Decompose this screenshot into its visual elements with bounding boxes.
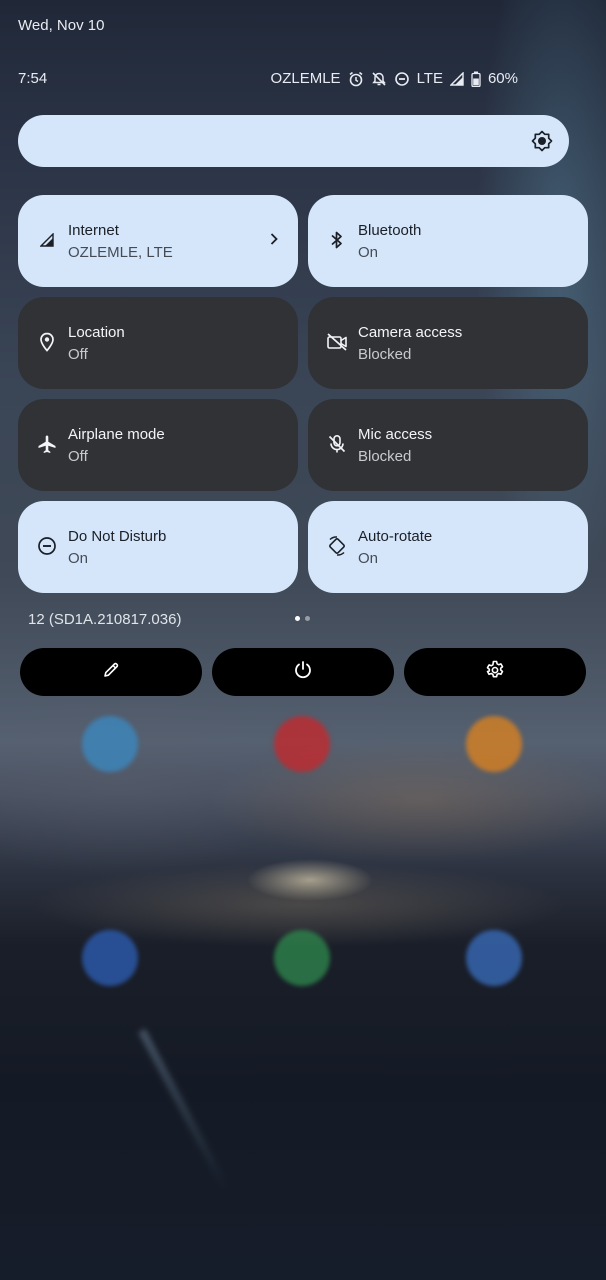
messages-app-icon [274,930,330,986]
brightness-slider[interactable] [18,115,569,167]
tile-location[interactable]: Location Off [18,297,298,389]
page-dot [305,616,310,621]
page-dot-active [295,616,300,621]
airplane-icon [36,433,58,455]
tile-state: OZLEMLE, LTE [68,244,173,261]
bluetooth-icon [326,229,348,251]
tile-label: Bluetooth [358,222,422,239]
tile-do-not-disturb[interactable]: Do Not Disturb On [18,501,298,593]
vibrate-off-icon [371,71,387,87]
tile-label: Airplane mode [68,426,165,443]
tile-label: Auto-rotate [358,528,433,545]
tile-camera-access[interactable]: Camera access Blocked [308,297,588,389]
page-indicator [295,616,310,621]
status-date: Wed, Nov 10 [18,17,105,34]
youtube-music-app-icon [274,716,330,772]
mic-off-icon [326,433,348,455]
files-app-icon [466,716,522,772]
auto-rotate-icon [326,535,348,557]
carrier-name: OZLEMLE [270,70,341,87]
phone-app-icon [82,930,138,986]
tile-internet[interactable]: Internet OZLEMLE, LTE [18,195,298,287]
location-pin-icon [36,331,58,353]
power-icon [293,660,313,685]
telegram-app-icon [82,716,138,772]
tile-state: Off [68,448,88,465]
status-icons: OZLEMLE LTE 60% [271,70,518,87]
camera-off-icon [326,331,348,353]
tile-mic-access[interactable]: Mic access Blocked [308,399,588,491]
signal-icon [36,229,58,251]
tile-state: On [358,244,379,261]
tile-label: Mic access [358,426,433,443]
edit-button[interactable] [20,648,202,696]
edit-pencil-icon [102,661,120,684]
do-not-disturb-icon [394,71,410,87]
chevron-right-icon [268,231,280,247]
chrome-app-icon [466,930,522,986]
battery-percent: 60% [487,70,518,87]
signal-icon [449,71,464,86]
tile-bluetooth[interactable]: Bluetooth On [308,195,588,287]
tile-airplane-mode[interactable]: Airplane mode Off [18,399,298,491]
tile-label: Internet [68,222,119,239]
tile-auto-rotate[interactable]: Auto-rotate On [308,501,588,593]
settings-button[interactable] [404,648,586,696]
tile-state: Blocked [358,448,412,465]
power-button[interactable] [212,648,394,696]
tile-label: Do Not Disturb [68,528,167,545]
do-not-disturb-icon [36,535,58,557]
tile-state: On [358,550,379,567]
status-time: 7:54 [18,70,48,87]
tile-label: Camera access [358,324,463,341]
tile-state: On [68,550,89,567]
wallpaper-light-streak [138,1028,230,1192]
network-type: LTE [416,70,443,87]
blurred-wallpaper [0,0,606,1280]
settings-gear-icon [485,660,505,685]
brightness-icon [531,130,553,152]
battery-icon [471,71,481,87]
tile-label: Location [68,324,125,341]
build-number[interactable]: 12 (SD1A.210817.036) [28,611,181,628]
tile-state: Blocked [358,346,412,363]
tile-state: Off [68,346,88,363]
quick-settings-actions [20,648,586,696]
alarm-icon [348,71,364,87]
